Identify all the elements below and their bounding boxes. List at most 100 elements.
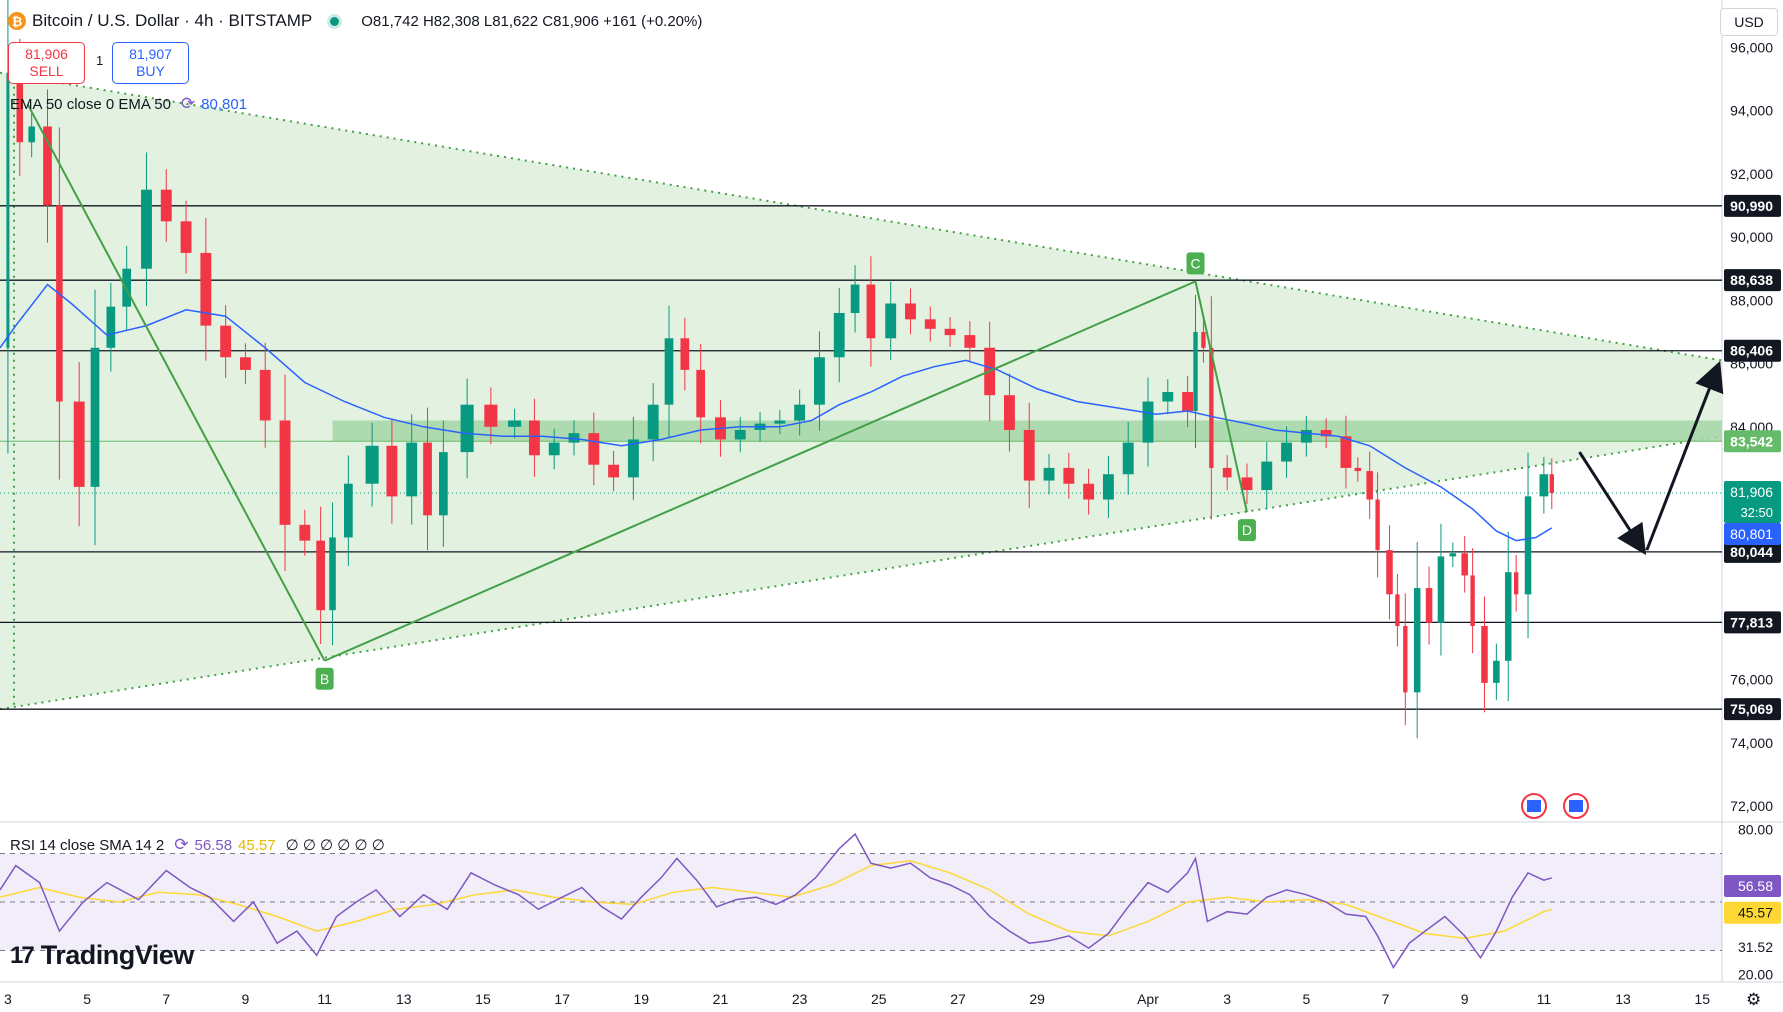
candle-body[interactable]: [106, 306, 116, 348]
time-axis-tick: 27: [950, 991, 966, 1007]
candle-body[interactable]: [1063, 467, 1075, 484]
candle-body[interactable]: [180, 221, 192, 253]
candle-body[interactable]: [696, 369, 706, 418]
candle-body[interactable]: [588, 433, 600, 465]
candle-body[interactable]: [484, 404, 498, 427]
symbol-header[interactable]: ₿ Bitcoin / U.S. Dollar · 4h · BITSTAMP …: [8, 10, 702, 32]
price-axis-tick: 92,000: [1730, 166, 1773, 182]
rsi-value-label: 56.58: [1738, 878, 1773, 894]
candle-body[interactable]: [664, 338, 674, 405]
candle-body[interactable]: [279, 420, 291, 525]
candle-body[interactable]: [386, 445, 398, 497]
time-axis-tick: 21: [713, 991, 729, 1007]
buy-button[interactable]: 81,907 BUY: [112, 42, 189, 84]
candle-body[interactable]: [56, 205, 63, 402]
candle-body[interactable]: [43, 126, 52, 206]
pattern-point-label: D: [1242, 522, 1252, 538]
candle-body[interactable]: [439, 452, 448, 516]
price-axis-tick: 90,000: [1730, 229, 1773, 245]
projection-arrow-down[interactable]: [1578, 451, 1647, 556]
time-axis-tick: 13: [1615, 991, 1631, 1007]
candle-body[interactable]: [1004, 395, 1015, 430]
candle-body[interactable]: [200, 252, 212, 326]
candle-body[interactable]: [1539, 474, 1549, 497]
candle-body[interactable]: [1481, 625, 1488, 683]
candle-body[interactable]: [299, 524, 311, 541]
candle-body[interactable]: [528, 420, 540, 456]
candle-body[interactable]: [1413, 588, 1421, 693]
candle-body[interactable]: [316, 540, 326, 611]
candle-body[interactable]: [141, 189, 152, 269]
candle-body[interactable]: [73, 401, 85, 487]
rsi-sma-value-label: 45.57: [1738, 905, 1773, 921]
candle-body[interactable]: [344, 483, 353, 538]
ema-value-label: 80,801: [1730, 526, 1773, 542]
rsi-axis-tick: 20.00: [1738, 967, 1773, 983]
candle-body[interactable]: [905, 303, 916, 320]
time-axis-tick: 23: [792, 991, 808, 1007]
ema-legend-label: EMA 50 close 0 EMA 50: [10, 95, 171, 113]
candle-body[interactable]: [220, 325, 232, 358]
tradingview-mark-icon: 17: [10, 941, 35, 969]
candle-body[interactable]: [866, 284, 876, 339]
candle-body[interactable]: [1142, 401, 1154, 443]
candle-body[interactable]: [406, 442, 418, 497]
time-axis-tick: 9: [1461, 991, 1469, 1007]
symbol-title[interactable]: Bitcoin / U.S. Dollar · 4h · BITSTAMP: [32, 11, 312, 31]
time-axis-tick: 15: [475, 991, 491, 1007]
refresh-icon[interactable]: ⟳: [181, 94, 195, 114]
candle-body[interactable]: [365, 445, 379, 484]
ema-legend-value: 80,801: [201, 95, 248, 113]
price-axis-tick: 76,000: [1730, 672, 1773, 688]
sell-label: SELL: [29, 63, 64, 79]
flag-canton: [1569, 800, 1583, 812]
time-axis-tick: 29: [1029, 991, 1045, 1007]
candle-body[interactable]: [160, 189, 172, 222]
order-quantity[interactable]: 1: [96, 53, 103, 68]
candle-body[interactable]: [1340, 436, 1352, 468]
rsi-extra-values: ∅ ∅ ∅ ∅ ∅ ∅: [285, 837, 385, 854]
rsi-legend-label: RSI 14 close SMA 14 2: [10, 836, 165, 854]
price-level-label: 75,069: [1730, 701, 1773, 717]
candle-body[interactable]: [885, 303, 897, 339]
chart-canvas[interactable]: BCD96,00094,00092,00090,00088,00086,0008…: [0, 0, 1783, 1012]
sell-price: 81,906: [25, 46, 68, 62]
candle-body[interactable]: [833, 312, 845, 358]
tradingview-logo[interactable]: 17 TradingView: [10, 940, 194, 971]
flag-canton: [1527, 800, 1541, 812]
sell-button[interactable]: 81,906 SELL: [8, 42, 85, 84]
price-axis-tick: 94,000: [1730, 103, 1773, 119]
candle-body[interactable]: [1102, 474, 1114, 500]
time-axis-tick: 7: [1382, 991, 1390, 1007]
candle-body[interactable]: [1425, 588, 1433, 623]
candle-body[interactable]: [1261, 461, 1273, 491]
candle-body[interactable]: [850, 284, 860, 313]
price-level-label: 90,990: [1730, 198, 1773, 214]
candle-body[interactable]: [1083, 483, 1095, 500]
candle-body[interactable]: [460, 404, 474, 453]
currency-button[interactable]: USD: [1720, 8, 1778, 36]
price-axis-tick: 74,000: [1730, 735, 1773, 751]
chart-window: B C D 96,000 94,000 92,000 90,000 88,000 86,000 8…: [0, 0, 1783, 1012]
candle-body[interactable]: [1386, 550, 1393, 595]
settings-gear-icon[interactable]: ⚙: [1746, 990, 1761, 1010]
rsi-legend[interactable]: RSI 14 close SMA 14 2 ⟳ 56.58 45.57 ∅ ∅ …: [10, 835, 385, 855]
candle-body[interactable]: [794, 404, 806, 421]
candle-body[interactable]: [90, 347, 100, 487]
current-price-label: 81,906: [1730, 484, 1773, 500]
candle-body[interactable]: [813, 357, 825, 405]
rsi-axis-tick: 31.52: [1738, 939, 1773, 955]
candle-body[interactable]: [647, 404, 659, 440]
refresh-icon[interactable]: ⟳: [174, 835, 188, 855]
ema-legend[interactable]: EMA 50 close 0 EMA 50 ⟳ 80,801: [10, 94, 247, 114]
rsi-legend-value: 56.58: [194, 836, 233, 854]
rsi-sma-legend-value: 45.57: [238, 836, 276, 854]
candle-body[interactable]: [680, 338, 690, 370]
candle-body[interactable]: [259, 369, 271, 421]
time-axis-tick: 11: [317, 991, 332, 1007]
price-level-label: 83,542: [1730, 433, 1773, 449]
time-axis-tick: 19: [634, 991, 650, 1007]
candle-body[interactable]: [1281, 442, 1292, 462]
candle-body[interactable]: [1023, 429, 1035, 481]
candle-body[interactable]: [1122, 442, 1134, 475]
